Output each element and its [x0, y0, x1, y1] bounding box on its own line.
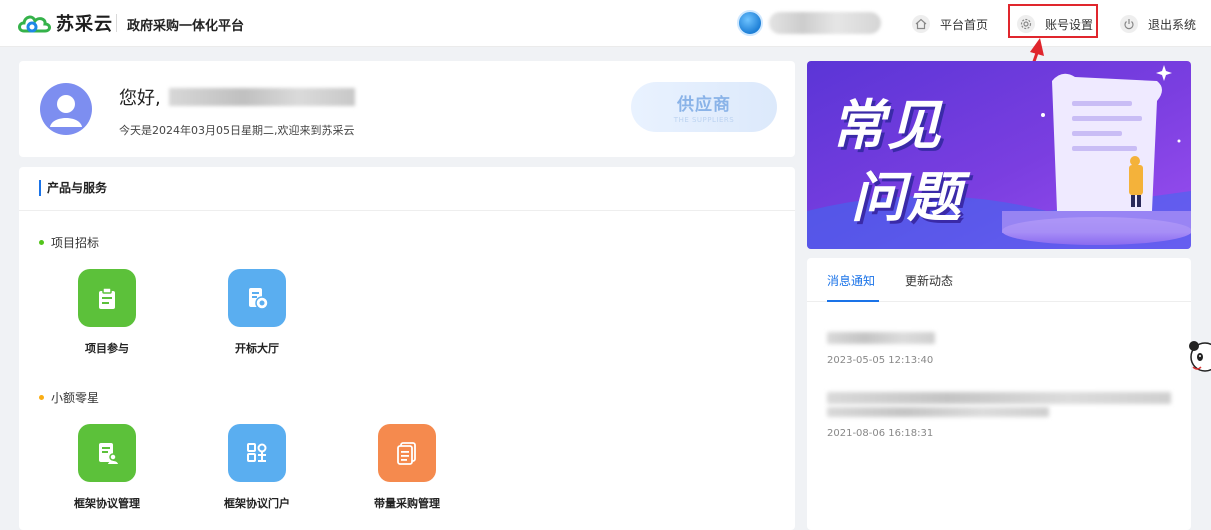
tile-volume-procurement-management[interactable]: 带量采购管理 [357, 424, 457, 511]
tile-framework-agreement-portal[interactable]: 框架协议门户 [207, 424, 307, 511]
platform-name: 政府采购一体化平台 [127, 19, 245, 34]
notification-tabs: 消息通知 更新动态 [807, 258, 1191, 302]
welcome-card: 您好, 今天是2024年03月05日星期二,欢迎来到苏采云 供应商 THE SU… [19, 61, 795, 157]
products-services-card: 产品与服务 项目招标 项目参与 开标大厅 小额零星 框架协议管理 框架协议门户 [19, 167, 795, 530]
notice-time: 2021-08-06 16:18:31 [827, 428, 934, 439]
logo-text: 苏采云 [56, 14, 113, 35]
logout-label: 退出系统 [1148, 17, 1197, 32]
power-icon [1120, 15, 1138, 33]
role-badge: 供应商 THE SUPPLIERS [631, 82, 777, 132]
home-button[interactable]: 平台首页 [912, 12, 988, 36]
role-badge-label: 供应商 [677, 95, 731, 115]
notifications-card: 消息通知 更新动态 2023-05-05 12:13:40 2021-08-06… [807, 258, 1191, 530]
notice-item[interactable]: 2021-08-06 16:18:31 [827, 392, 1171, 439]
date-welcome-text: 今天是2024年03月05日星期二,欢迎来到苏采云 [119, 124, 355, 137]
logout-button[interactable]: 退出系统 [1120, 12, 1196, 36]
cloud-logo-icon [18, 15, 51, 33]
home-icon [912, 15, 930, 33]
products-header: 产品与服务 [19, 167, 795, 211]
logo[interactable]: 苏采云 [16, 10, 113, 36]
tile-label: 框架协议管理 [74, 497, 140, 510]
document-user-icon [78, 424, 136, 482]
section-small-purchases: 小额零星 [39, 389, 99, 406]
notice-title-redacted [827, 332, 935, 344]
home-label: 平台首页 [940, 17, 989, 32]
tile-label: 开标大厅 [235, 342, 279, 355]
person-icon [50, 95, 82, 127]
products-title: 产品与服务 [39, 180, 107, 196]
tile-bid-opening-hall[interactable]: 开标大厅 [207, 269, 307, 356]
username-redacted [168, 88, 355, 106]
section-project-bidding: 项目招标 [39, 234, 99, 251]
document-badge-icon [228, 269, 286, 327]
section-label: 小额零星 [51, 391, 100, 405]
tile-label: 框架协议门户 [224, 497, 290, 510]
grid-user-icon [228, 424, 286, 482]
user-avatar [737, 10, 763, 36]
faq-banner[interactable]: 常见 问题 [807, 61, 1191, 249]
user-avatar-large [40, 83, 92, 135]
section-label: 项目招标 [51, 236, 100, 250]
notice-title-redacted [827, 407, 1049, 417]
stacked-document-icon [378, 424, 436, 482]
banner-title-line2: 问题 [851, 166, 963, 229]
highlight-annotation-box [1008, 4, 1098, 38]
clipboard-icon [78, 269, 136, 327]
tab-messages[interactable]: 消息通知 [827, 272, 875, 289]
user-name-redacted [769, 12, 881, 34]
tile-project-participation[interactable]: 项目参与 [57, 269, 157, 356]
logo-divider [116, 14, 117, 32]
notice-time: 2023-05-05 12:13:40 [827, 355, 934, 366]
active-tab-indicator [827, 300, 879, 302]
tile-label: 项目参与 [85, 342, 129, 355]
notice-title-redacted [827, 392, 1171, 404]
panda-mascot-icon[interactable] [1185, 337, 1211, 377]
orange-dot-icon [39, 395, 44, 400]
banner-title-line1: 常见 [831, 94, 943, 157]
tile-label: 带量采购管理 [374, 497, 440, 510]
green-dot-icon [39, 240, 44, 245]
tab-updates[interactable]: 更新动态 [905, 272, 953, 289]
user-menu[interactable] [737, 9, 881, 37]
role-badge-subtitle: THE SUPPLIERS [673, 116, 735, 124]
tile-framework-agreement-management[interactable]: 框架协议管理 [57, 424, 157, 511]
greeting-text: 您好, [119, 88, 161, 109]
notice-item[interactable]: 2023-05-05 12:13:40 [827, 332, 935, 366]
